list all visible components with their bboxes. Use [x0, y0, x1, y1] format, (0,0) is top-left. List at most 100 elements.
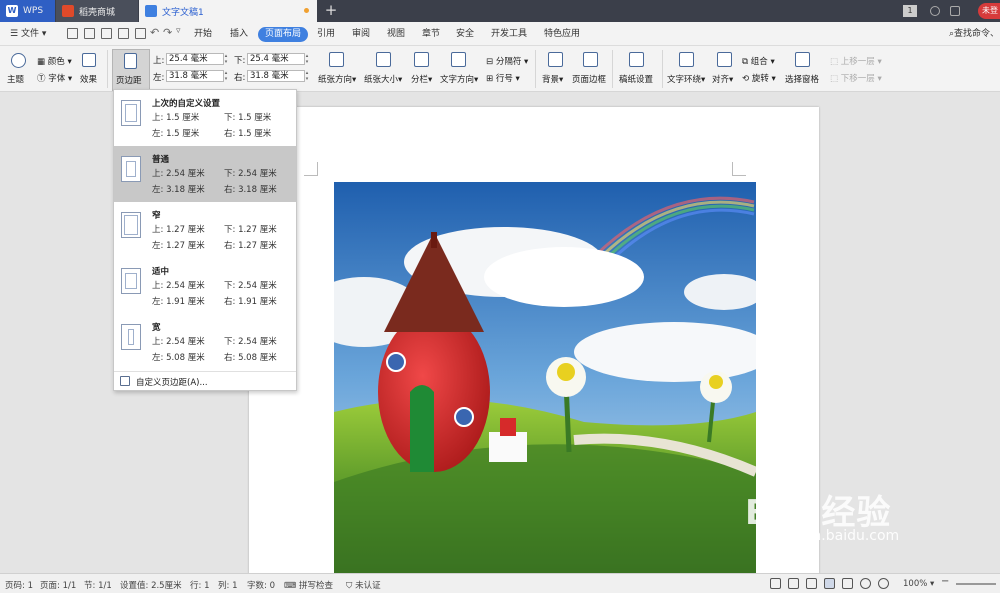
margin-option-normal[interactable]: 普通 上: 2.54 厘米 下: 2.54 厘米 左: 3.18 厘米 右: 3…: [114, 146, 296, 202]
line-numbers-button[interactable]: ⊞ 行号 ▾: [486, 72, 520, 84]
print-icon[interactable]: [101, 28, 112, 39]
columns-button[interactable]: 分栏▾: [411, 73, 432, 85]
menu-page-layout[interactable]: 页面布局: [258, 27, 309, 42]
custom-margins-item[interactable]: 自定义页边距(A)...: [114, 371, 296, 389]
left-margin-spinner[interactable]: ▴ ▾: [223, 70, 229, 82]
tab-label: 文字文稿1: [162, 7, 204, 18]
group-button[interactable]: ⧉ 组合 ▾: [742, 55, 775, 67]
separator-button[interactable]: ⊟ 分隔符 ▾: [486, 55, 528, 67]
margin-option-wide[interactable]: 宽 上: 2.54 厘米 下: 2.54 厘米 左: 5.08 厘米 右: 5.…: [114, 314, 296, 370]
eye-protection-icon[interactable]: [878, 578, 889, 589]
new-tab-button[interactable]: +: [322, 0, 340, 22]
reading-mode-icon[interactable]: [788, 578, 799, 589]
right-margin-input[interactable]: 31.8 毫米: [247, 70, 305, 82]
last-custom-margin-icon: [121, 100, 141, 126]
redo-icon[interactable]: ↷: [163, 26, 172, 39]
bottom-margin-label: 下:: [234, 56, 246, 66]
page-border-button[interactable]: 页面边框: [572, 73, 606, 85]
zoom-level[interactable]: 100% ▾: [903, 579, 934, 589]
top-margin-spinner[interactable]: ▴ ▾: [223, 53, 229, 65]
zoom-out-button[interactable]: −: [941, 576, 949, 587]
text-direction-button[interactable]: 文字方向▾: [440, 73, 478, 85]
wide-margin-icon: [121, 324, 141, 350]
left-margin-input[interactable]: 31.8 毫米: [166, 70, 224, 82]
status-word-count[interactable]: 字数: 0: [247, 579, 275, 591]
menu-security[interactable]: 安全: [452, 27, 478, 42]
option-right: 右: 1.91 厘米: [224, 297, 277, 307]
save-icon[interactable]: [67, 28, 78, 39]
menu-special[interactable]: 特色应用: [540, 27, 584, 42]
margin-option-last-custom[interactable]: 上次的自定义设置 上: 1.5 厘米 下: 1.5 厘米 左: 1.5 厘米 右…: [114, 90, 296, 146]
search-command[interactable]: ⌕查找命令、: [945, 27, 1000, 42]
align-button[interactable]: 对齐▾: [712, 73, 733, 85]
rotate-button[interactable]: ⟲ 旋转 ▾: [742, 72, 776, 84]
undo-icon[interactable]: ↶: [150, 26, 159, 39]
more-icon[interactable]: ▿: [176, 26, 181, 36]
menu-view[interactable]: 视图: [383, 27, 409, 42]
zoom-slider[interactable]: [956, 583, 996, 585]
separator: [535, 50, 536, 88]
shirt-icon[interactable]: [950, 6, 960, 16]
send-backward-button[interactable]: ⬚ 下移一层 ▾: [830, 72, 882, 84]
custom-margins-label: 自定义页边距(A)...: [136, 378, 208, 388]
background-button[interactable]: 背景▾: [542, 73, 563, 85]
status-row: 行: 1: [190, 581, 210, 591]
login-badge[interactable]: 未登: [978, 3, 1000, 19]
bring-forward-button[interactable]: ⬚ 上移一层 ▾: [830, 55, 882, 67]
menu-chapter[interactable]: 章节: [418, 27, 444, 42]
document-picture[interactable]: [334, 182, 756, 573]
menu-developer[interactable]: 开发工具: [487, 27, 531, 42]
menu-references[interactable]: 引用: [313, 27, 339, 42]
edit-mode-icon[interactable]: [806, 578, 817, 589]
background-icon: [548, 52, 563, 67]
tab-docer-store[interactable]: 稻壳商城: [56, 0, 138, 22]
option-right: 右: 1.5 厘米: [224, 129, 272, 139]
theme-button[interactable]: 主题: [7, 73, 24, 85]
wrap-text-button[interactable]: 文字环绕▾: [667, 73, 705, 85]
top-margin-input[interactable]: 25.4 毫米: [166, 53, 224, 65]
option-left: 左: 3.18 厘米: [152, 185, 205, 195]
effects-button[interactable]: 效果: [80, 73, 97, 85]
menu-home[interactable]: 开始: [190, 27, 216, 42]
export-icon[interactable]: [84, 28, 95, 39]
font-button[interactable]: Ⓣ 字体 ▾: [37, 72, 72, 84]
text-direction-icon: [451, 52, 466, 67]
tab-document[interactable]: 文字文稿1: [139, 0, 317, 22]
page-view-icon[interactable]: [824, 578, 835, 589]
fullscreen-icon[interactable]: [770, 578, 781, 589]
spell-check-icon: ⌨: [284, 581, 299, 591]
orientation-button[interactable]: 纸张方向▾: [318, 73, 356, 85]
preview-icon[interactable]: [118, 28, 129, 39]
tab-label: WPS: [23, 6, 44, 16]
selection-pane-button[interactable]: 选择窗格: [785, 73, 819, 85]
document-icon: [145, 5, 157, 17]
title-bar: W WPS 稻壳商城 文字文稿1 + 1 未登: [0, 0, 1000, 22]
option-bottom: 下: 2.54 厘米: [224, 169, 277, 179]
tab-wps[interactable]: W WPS: [0, 0, 55, 22]
paper-size-button[interactable]: 纸张大小▾: [364, 73, 402, 85]
draft-paper-button[interactable]: 稿纸设置: [619, 73, 653, 85]
status-page-number: 页码: 1: [5, 581, 33, 591]
format-painter-icon[interactable]: [135, 28, 146, 39]
outline-view-icon[interactable]: [842, 578, 853, 589]
menu-review[interactable]: 审阅: [348, 27, 374, 42]
orientation-icon: [329, 52, 344, 67]
bottom-margin-spinner[interactable]: ▴ ▾: [304, 53, 310, 65]
status-pages: 页面: 1/1: [40, 581, 77, 591]
margin-option-narrow[interactable]: 窄 上: 1.27 厘米 下: 1.27 厘米 左: 1.27 厘米 右: 1.…: [114, 202, 296, 258]
auth-status[interactable]: ⛉ 未认证: [346, 579, 381, 591]
spell-check-button[interactable]: ⌨ 拼写检查: [284, 579, 333, 591]
file-menu[interactable]: ☰ 文件 ▾: [6, 27, 50, 42]
status-setting: 设置值: 2.5厘米: [120, 581, 182, 591]
right-margin-spinner[interactable]: ▴ ▾: [304, 70, 310, 82]
margin-option-moderate[interactable]: 适中 上: 2.54 厘米 下: 2.54 厘米 左: 1.91 厘米 右: 1…: [114, 258, 296, 314]
normal-margin-icon: [121, 156, 141, 182]
margins-button[interactable]: 页边距: [112, 49, 150, 91]
option-title: 普通: [152, 155, 170, 165]
colors-button[interactable]: ▦ 颜色 ▾: [37, 55, 72, 67]
web-view-icon[interactable]: [860, 578, 871, 589]
menu-insert[interactable]: 插入: [226, 27, 252, 42]
bottom-margin-input[interactable]: 25.4 毫米: [247, 53, 305, 65]
align-icon: [717, 52, 732, 67]
skin-icon[interactable]: [930, 6, 940, 16]
